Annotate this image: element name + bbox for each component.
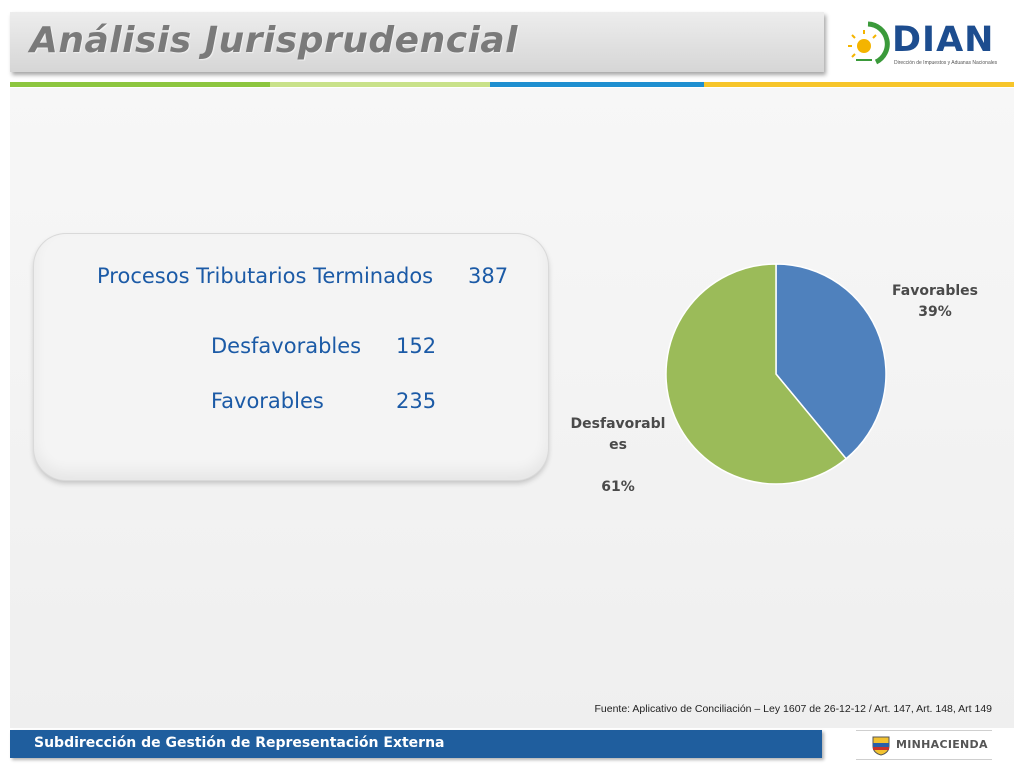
total-label: Procesos Tributarios Terminados — [97, 264, 434, 288]
slice-label-desfavorables-name: Desfavorabl es — [570, 416, 666, 453]
dian-logo: DIAN Dirección de Impuestos y Aduanas Na… — [846, 14, 998, 76]
minhacienda-logo: MINHACIENDA — [856, 730, 992, 760]
slice-label-favorables-name: Favorables — [892, 283, 978, 299]
total-value: 387 — [468, 264, 509, 288]
slice-label-favorables: Favorables 39% — [880, 281, 990, 323]
coat-of-arms-icon — [872, 736, 890, 756]
footer-text: Subdirección de Gestión de Representació… — [34, 735, 445, 751]
stripe-segment-blue — [490, 82, 704, 87]
stripe-segment-green — [10, 82, 270, 87]
desfavorables-value: 152 — [396, 334, 437, 358]
slice-label-desfavorables: Desfavorabl es 61% — [564, 393, 672, 519]
title-banner: Análisis Jurisprudencial — [10, 12, 824, 72]
favorables-label: Favorables — [211, 389, 324, 413]
source-note: Fuente: Aplicativo de Conciliación – Ley… — [594, 703, 992, 715]
sun-emblem-icon — [848, 21, 890, 65]
minhacienda-text: MINHACIENDA — [896, 738, 988, 751]
slice-label-desfavorables-percent: 61% — [601, 479, 635, 495]
summary-card: Procesos Tributarios Terminados 387 Desf… — [34, 234, 548, 480]
footer-bar: Subdirección de Gestión de Representació… — [10, 730, 822, 758]
page-title: Análisis Jurisprudencial — [30, 20, 519, 61]
slice-label-favorables-percent: 39% — [918, 304, 952, 320]
desfavorables-label: Desfavorables — [211, 334, 362, 358]
logo-wordmark: DIAN — [892, 20, 995, 60]
favorables-value: 235 — [396, 389, 437, 413]
stripe-segment-yellow — [704, 82, 1014, 87]
logo-subtitle: Dirección de Impuestos y Aduanas Naciona… — [894, 60, 998, 66]
stripe-segment-lightgreen — [270, 82, 490, 87]
